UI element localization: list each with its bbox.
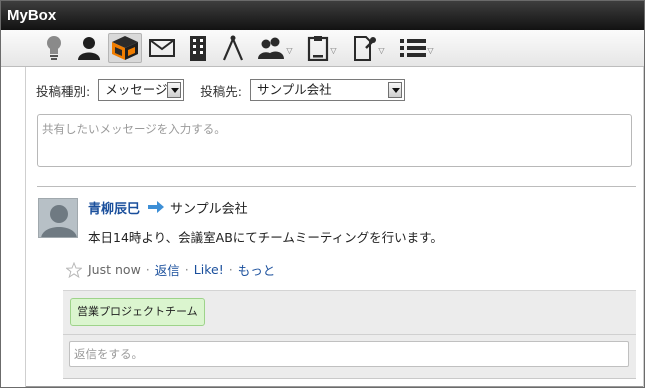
divider [37, 186, 636, 187]
reply-placeholder: 返信をする。 [74, 347, 143, 361]
main-content: 投稿種別: メッセージ 投稿先: サンプル会社 共有したいメッセージを入力する。… [25, 67, 644, 387]
post-target-link[interactable]: サンプル会社 [170, 198, 248, 217]
building-icon[interactable] [186, 33, 210, 63]
like-link[interactable]: Like! [194, 262, 224, 277]
post-meta: Just now · 返信 · Like! · もっと [66, 260, 275, 279]
separator: · [228, 262, 233, 277]
arrow-right-icon [148, 201, 165, 213]
app-window: MyBox ▽ ▽ ▽ ▽ 投稿種別: メッセージ 投稿先: サンプル会社 共有… [0, 0, 645, 388]
reply-input[interactable]: 返信をする。 [69, 341, 629, 367]
message-input[interactable]: 共有したいメッセージを入力する。 [37, 114, 632, 167]
divider [26, 386, 643, 387]
chevron-down-icon: ▽ [378, 45, 385, 55]
mail-icon[interactable] [148, 33, 176, 63]
separator: · [145, 262, 150, 277]
post-header: 青柳辰巳 サンプル会社 [88, 197, 248, 217]
clipboard-icon[interactable]: ▽ [302, 33, 342, 63]
mybox-icon[interactable] [108, 33, 142, 63]
post-body: 本日14時より、会議室ABにてチームミーティングを行います。 [88, 230, 443, 245]
message-placeholder: 共有したいメッセージを入力する。 [42, 122, 226, 136]
post-timestamp: Just now [88, 262, 141, 277]
post-type-select[interactable]: メッセージ [98, 79, 185, 101]
separator: · [184, 262, 189, 277]
post-destination-value: サンプル会社 [256, 82, 332, 97]
chevron-down-icon: ▽ [427, 45, 434, 55]
post-type-label: 投稿種別: [36, 83, 91, 99]
post-destination-label: 投稿先: [200, 83, 242, 99]
post-type-value: メッセージ [105, 82, 168, 97]
chevron-down-icon [387, 82, 402, 98]
group-tag[interactable]: 営業プロジェクトチーム [70, 298, 205, 326]
reply-link[interactable]: 返信 [155, 260, 180, 279]
lightbulb-icon[interactable] [41, 33, 67, 63]
post-author-link[interactable]: 青柳辰巳 [88, 198, 140, 217]
chevron-down-icon: ▽ [286, 45, 293, 55]
star-icon[interactable] [66, 261, 82, 278]
user-icon[interactable] [75, 33, 103, 63]
chevron-down-icon [167, 82, 182, 98]
list-icon[interactable]: ▽ [396, 33, 438, 63]
reply-section: 営業プロジェクトチーム 返信をする。 [63, 290, 636, 379]
app-title: MyBox [7, 7, 57, 24]
document-pin-icon[interactable]: ▽ [349, 33, 389, 63]
chevron-down-icon: ▽ [330, 45, 337, 55]
post-destination-select[interactable]: サンプル会社 [249, 79, 405, 101]
divider [63, 334, 636, 335]
more-link[interactable]: もっと [238, 260, 276, 279]
toolbar: ▽ ▽ ▽ ▽ [1, 30, 644, 67]
users-icon[interactable]: ▽ [255, 33, 295, 63]
compose-options: 投稿種別: メッセージ 投稿先: サンプル会社 [36, 77, 405, 103]
avatar[interactable] [38, 198, 78, 238]
compass-icon[interactable] [220, 33, 246, 63]
title-bar: MyBox [1, 1, 644, 30]
